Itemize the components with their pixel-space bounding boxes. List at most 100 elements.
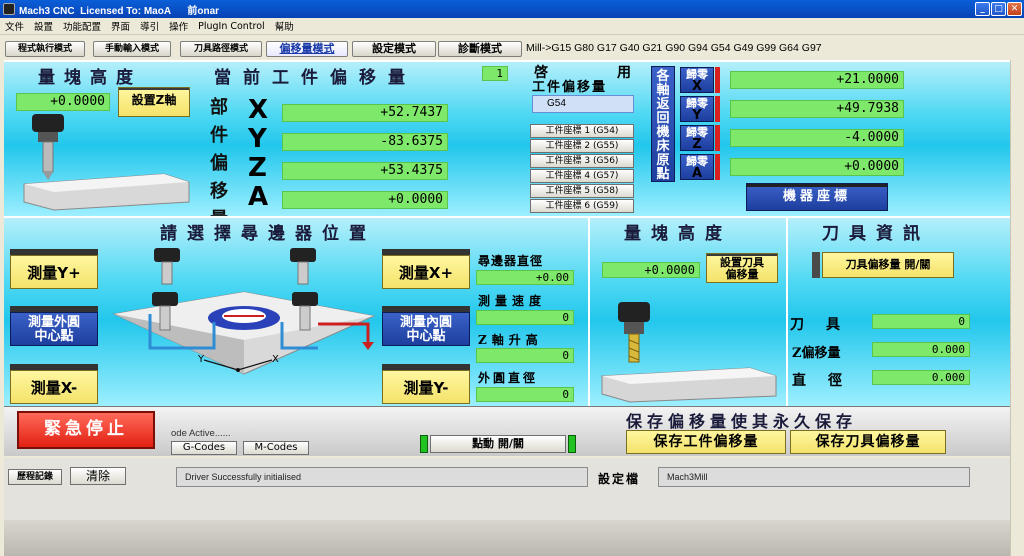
enabled-offset-label-top2: 用 [617, 65, 631, 81]
fixture-4-button[interactable]: 工件座標 4 (G57) [530, 169, 634, 183]
title-bar: Mach3 CNC Licensed To: MaoA 前onar [0, 0, 1024, 18]
machine-y[interactable]: +49.7938 [730, 100, 904, 118]
menu-file[interactable]: 文件 [0, 19, 29, 33]
probe-inner-center-button[interactable]: 測量內圓 中心點 [382, 312, 470, 346]
outer-diameter[interactable]: 0 [476, 387, 574, 402]
minimize-button[interactable]: _ [975, 2, 990, 16]
tab-offsets[interactable]: 偏移量模式 [266, 41, 348, 57]
close-button[interactable]: ✕ [1007, 2, 1022, 16]
work-offset-a[interactable]: +0.0000 [282, 191, 448, 209]
ref-x-button[interactable]: 歸零 X [680, 67, 714, 93]
tool-gauge-block-value[interactable]: +0.0000 [602, 262, 700, 278]
jog-toggle-button[interactable]: 點動 開/關 [430, 435, 566, 453]
fixture-5-button[interactable]: 工件座標 5 (G58) [530, 184, 634, 198]
fixture-2-button[interactable]: 工件座標 2 (G55) [530, 139, 634, 153]
machine-a[interactable]: +0.0000 [730, 158, 904, 176]
enabled-offset-label: 工件偏移量 [532, 80, 608, 95]
axis-y-label: Y [248, 124, 267, 154]
tool-number-label: 刀具 [790, 317, 862, 333]
tool-z-offset[interactable]: 0.000 [872, 342, 970, 357]
mode-active-label: ode Active...... [171, 428, 231, 439]
tool-diameter[interactable]: 0.000 [872, 370, 970, 385]
ref-y-button[interactable]: 歸零 Y [680, 96, 714, 122]
axis-a-label: A [248, 182, 269, 212]
tool-offset-toggle-button[interactable]: 刀具偏移量 開/關 [822, 252, 954, 278]
maximize-button[interactable]: □ [991, 2, 1006, 16]
ref-z-button[interactable]: 歸零 Z [680, 125, 714, 151]
probe-x-plus-button[interactable]: 測量X+ [382, 255, 470, 289]
edge-finder-diameter[interactable]: +0.00 [476, 270, 574, 285]
probe-y-minus-button[interactable]: 測量Y- [382, 370, 470, 404]
probe-outer-center-button[interactable]: 測量外圓 中心點 [10, 312, 98, 346]
fixture-6-button[interactable]: 工件座標 6 (G59) [530, 199, 634, 213]
diameter-label: 直徑 [792, 373, 864, 389]
history-button[interactable]: 歷程記錄 [8, 469, 62, 485]
machine-z[interactable]: -4.0000 [730, 129, 904, 147]
tab-settings[interactable]: 設定模式 [352, 41, 436, 57]
machine-x[interactable]: +21.0000 [730, 71, 904, 89]
estop-button[interactable]: 緊急停止 [17, 411, 155, 449]
machine-coords-button[interactable]: 機器座標 [746, 183, 888, 211]
save-work-offsets-button[interactable]: 保存工件偏移量 [626, 430, 786, 454]
ref-z-led [715, 125, 720, 151]
profile-value: Mach3Mill [658, 467, 970, 487]
tool-offset-illustration [601, 302, 777, 403]
jog-led-left [420, 435, 428, 453]
mcodes-button[interactable]: M-Codes [243, 441, 309, 455]
outer-diameter-label: 外圓直徑 [478, 371, 539, 385]
clear-button[interactable]: 清除 [70, 467, 126, 485]
save-section-title: 保存偏移量使其永久保存 [626, 412, 858, 431]
tab-mdi[interactable]: 手動輸入模式 [93, 41, 171, 57]
menu-wizard[interactable]: 導引 [135, 19, 164, 33]
tool-number[interactable]: 0 [872, 314, 970, 329]
menu-plugin[interactable]: PlugIn Control [193, 21, 270, 32]
bottom-filler [4, 520, 1010, 556]
tab-diagnostics[interactable]: 診斷模式 [438, 41, 522, 57]
gcode-modal-line: Mill->G15 G80 G17 G40 G21 G90 G94 G54 G4… [526, 42, 822, 54]
ref-a-button[interactable]: 歸零 A [680, 154, 714, 180]
work-offset-number[interactable]: 1 [482, 66, 508, 81]
z-lift-label: Z軸升高 [478, 333, 543, 347]
edge-finder-title: 請選擇尋邊器位置 [160, 224, 376, 244]
probe-y-plus-button[interactable]: 測量Y+ [10, 255, 98, 289]
save-tool-offsets-button[interactable]: 保存刀具偏移量 [790, 430, 946, 454]
fixture-1-button[interactable]: 工件座標 1 (G54) [530, 124, 634, 138]
probe-x-minus-button[interactable]: 測量X- [10, 370, 98, 404]
axis-x-label: X [248, 95, 269, 125]
probe-speed-label: 測量速度 [478, 294, 547, 308]
menu-help[interactable]: 幫助 [270, 19, 299, 33]
menu-bar: 文件 設置 功能配置 界面 導引 操作 PlugIn Control 幫助 [0, 18, 1024, 35]
ref-a-led [715, 154, 720, 180]
home-all-button[interactable]: 各 軸 返 回 機 床 原 點 [651, 66, 675, 182]
work-offset-title: 當前工件偏移量 [214, 68, 417, 88]
gauge-block-illustration [23, 114, 190, 211]
probe-speed[interactable]: 0 [476, 310, 574, 325]
scrollbar[interactable] [1010, 60, 1024, 556]
gcodes-button[interactable]: G-Codes [171, 441, 237, 455]
current-offset-field[interactable]: G54 [532, 95, 634, 113]
menu-view[interactable]: 界面 [106, 19, 135, 33]
work-offset-vertical-label: 部 件 偏 移 量 [210, 97, 228, 230]
profile-label: 設定檔 [598, 472, 641, 486]
work-offset-z[interactable]: +53.4375 [282, 162, 448, 180]
tab-toolpath[interactable]: 刀具路徑模式 [180, 41, 262, 57]
menu-settings[interactable]: 設置 [29, 19, 58, 33]
gauge-block-title: 量塊高度 [38, 68, 142, 88]
app-icon [3, 3, 15, 15]
tab-program-run[interactable]: 程式執行模式 [5, 41, 85, 57]
menu-operator[interactable]: 操作 [164, 19, 193, 33]
menu-config[interactable]: 功能配置 [58, 19, 106, 33]
gauge-block-value[interactable]: +0.0000 [16, 93, 110, 111]
work-offset-x[interactable]: +52.7437 [282, 104, 448, 122]
diagram-y-label: Y [197, 354, 205, 365]
fixture-3-button[interactable]: 工件座標 3 (G56) [530, 154, 634, 168]
jog-led-right [568, 435, 576, 453]
edge-finder-diagram: Y X [112, 248, 376, 375]
tool-info-title: 刀具資訊 [822, 224, 930, 244]
set-tool-offset-button[interactable]: 設置刀具 偏移量 [706, 253, 778, 283]
z-lift[interactable]: 0 [476, 348, 574, 363]
z-offset-label: Z偏移量 [792, 346, 841, 361]
axis-z-label: Z [248, 153, 267, 183]
ref-y-led [715, 96, 720, 122]
work-offset-y[interactable]: -83.6375 [282, 133, 448, 151]
